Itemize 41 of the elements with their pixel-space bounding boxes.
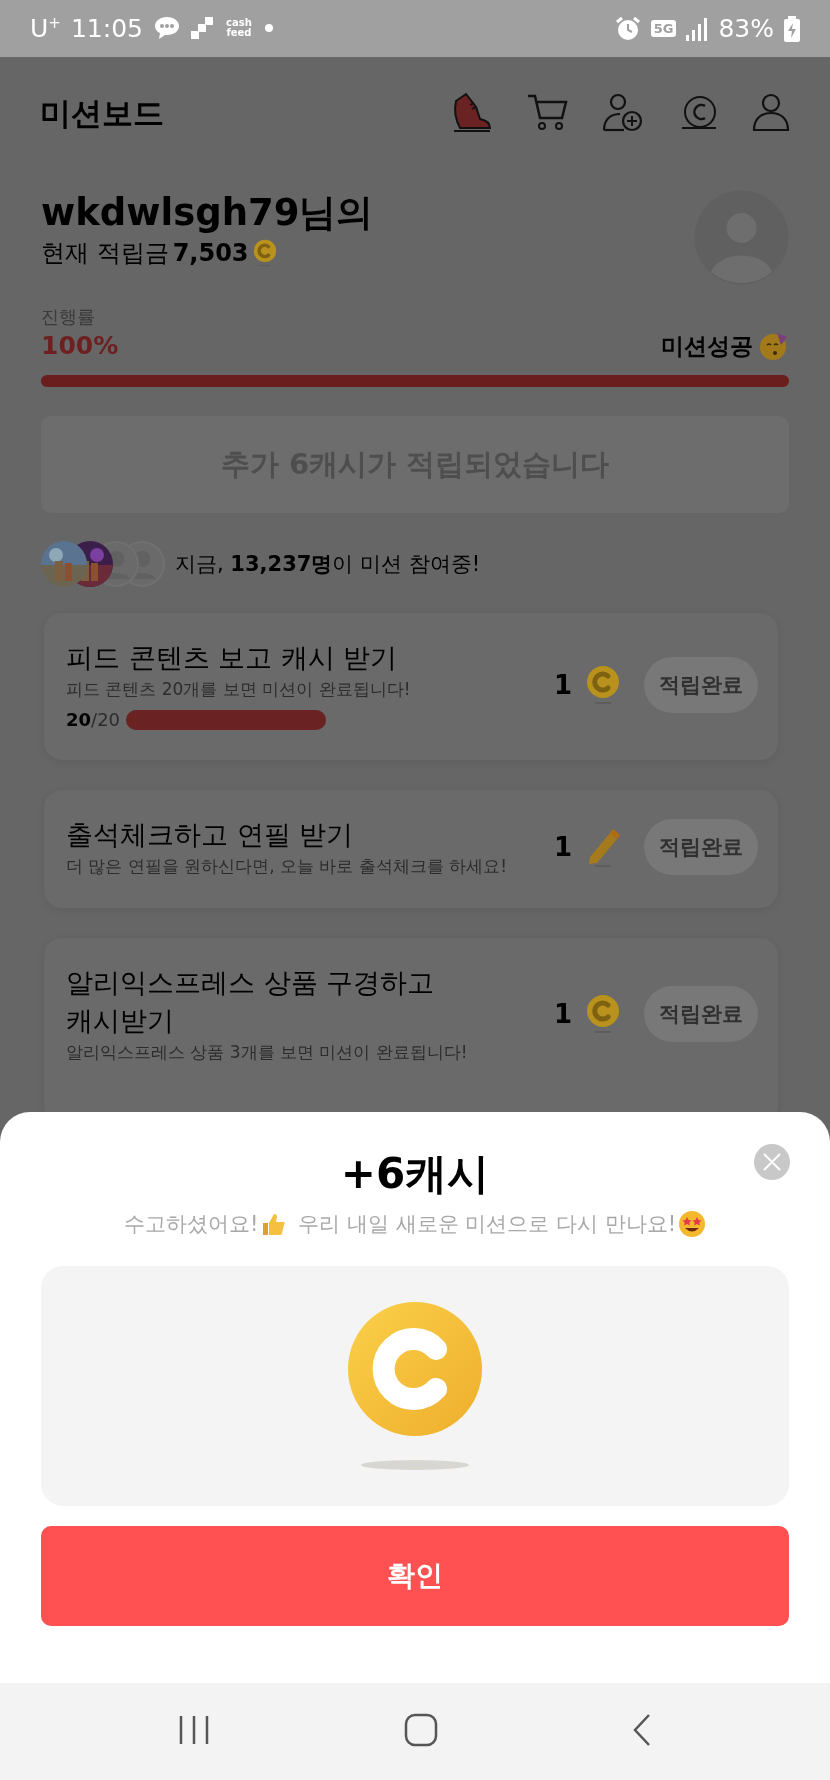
reward-amount: 1	[553, 669, 572, 700]
alarm-clock-icon	[614, 15, 641, 42]
app-logo: 미션보드	[40, 93, 164, 133]
reward-amount: 1	[553, 999, 572, 1029]
confirm-button[interactable]: 확인	[41, 1526, 789, 1626]
coin-icon	[586, 664, 620, 705]
coin-icon	[252, 239, 277, 267]
clock-time: 11:05	[70, 14, 143, 43]
dot-icon	[264, 24, 273, 33]
chat-bubble-icon	[152, 15, 181, 42]
coin-icon	[586, 994, 620, 1034]
mission-title: 알리익스프레스 상품 구경하고 캐시받기	[66, 966, 436, 1038]
mission-description: 피드 콘텐츠 20개를 보면 미션이 완료됩니다!	[66, 678, 412, 701]
party-face-icon	[759, 331, 789, 361]
balance-amount: 7,503	[172, 238, 249, 269]
progress-percent: 100%	[41, 330, 119, 362]
thumbs-up-icon	[260, 1211, 287, 1237]
greeting-title: wkdwlsgh79님의	[41, 190, 374, 236]
app-logo: cash feed	[225, 18, 253, 39]
mission-title: 피드 콘텐츠 보고 캐시 받기	[66, 641, 399, 675]
network-label: 5G	[650, 20, 677, 37]
carrier-label: U$^{+}$	[30, 13, 61, 44]
sheet-title: +6캐시	[340, 1148, 490, 1200]
sheet-message: 우리 내일 새로운 미션으로 다시 만나요!	[298, 1211, 677, 1238]
sheet-message: 수고하셨어요!	[123, 1211, 259, 1238]
mission-description: 알리익스프레스 상품 3개를 보면 미션이 완료됩니다!	[66, 1041, 469, 1064]
mission-status: 미션성공	[661, 332, 753, 361]
star-eyes-face-icon	[678, 1210, 707, 1238]
battery-icon	[784, 15, 800, 42]
pencil-icon	[586, 827, 620, 867]
stairs-icon	[190, 17, 213, 40]
battery-percent: 83%	[718, 14, 774, 43]
signal-icon	[686, 16, 709, 41]
mission-description: 더 많은 연필을 원하신다면, 오늘 바로 출석체크를 하세요!	[66, 855, 509, 878]
mission-progress-count: 20/20	[66, 709, 121, 730]
coin-icon	[347, 1301, 483, 1437]
mission-title: 출석체크하고 연필 받기	[66, 818, 355, 852]
participants-text: 지금, 13,237명이 미션 참여중!	[175, 551, 481, 578]
close-icon	[762, 1152, 782, 1172]
balance-label: 현재 적립금	[41, 238, 169, 269]
reward-amount: 1	[553, 832, 572, 862]
